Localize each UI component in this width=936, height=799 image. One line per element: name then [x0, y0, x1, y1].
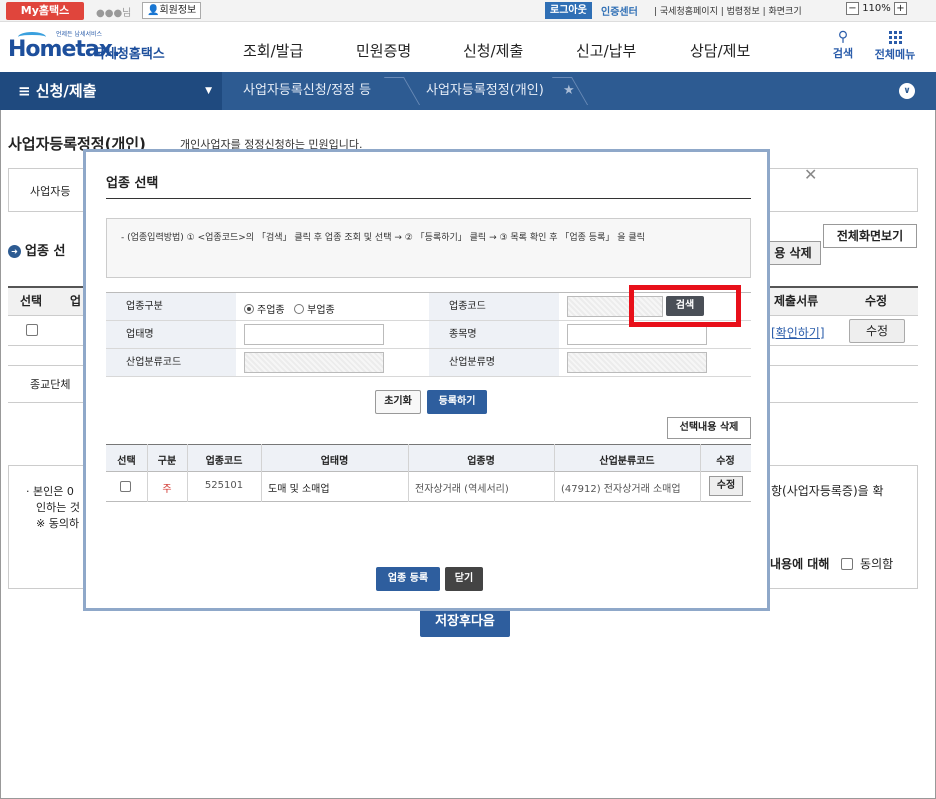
row-item: 전자상거래 (역세서리) — [415, 484, 509, 495]
bg-consent-right-text: 항(사업자등록증)을 확 — [771, 484, 884, 498]
breadcrumb-separator — [383, 77, 421, 105]
chevron-down-icon[interactable]: ∨ — [899, 83, 915, 99]
register-button[interactable]: 등록하기 — [427, 390, 487, 414]
label-industry-code: 업종코드 — [429, 293, 559, 321]
th-type: 구분 — [157, 456, 177, 467]
label-ind-name: 산업분류명 — [429, 349, 559, 377]
header-search-label: 검색 — [832, 47, 854, 60]
confirm-link[interactable]: [확인하기] — [771, 324, 825, 341]
breadcrumb-item-2[interactable]: 사업자등록정정(개인) — [426, 72, 544, 110]
top-links[interactable]: | 국세청홈페이지 | 법령정보 | 화면크기 — [654, 4, 802, 17]
row-edit-button[interactable]: 수정 — [709, 476, 743, 496]
breadcrumb-bar: ≡ 신청/제출 ▼ 사업자등록신청/정정 등 사업자등록정정(개인) ★ ∨ — [0, 72, 936, 110]
nav-consult[interactable]: 상담/제보 — [690, 40, 750, 61]
agree-checkbox[interactable] — [841, 558, 854, 570]
header-search-button[interactable]: ⚲ 검색 — [831, 29, 855, 61]
modal-title: 업종 선택 — [106, 176, 159, 191]
row-code: 525101 — [204, 480, 244, 491]
bg-section-title: ➜ 업종 선 — [8, 240, 65, 259]
th-code: 업종코드 — [205, 456, 243, 467]
nav-report[interactable]: 신고/납부 — [576, 40, 636, 61]
ind-name-input — [567, 352, 707, 373]
reset-button[interactable]: 초기화 — [375, 390, 421, 414]
all-menu-button[interactable]: 전체메뉴 — [870, 29, 920, 62]
highlight-box — [629, 285, 741, 327]
label-industry-type: 업종구분 — [106, 293, 236, 321]
breadcrumb-main-label: ≡ 신청/제출 — [18, 82, 97, 100]
ind-code-input — [244, 352, 384, 373]
close-icon[interactable]: ✕ — [804, 165, 817, 184]
agree-label: 동의함 — [860, 557, 894, 571]
note-line-1: · 본인은 0 — [26, 485, 74, 498]
bg-col-select: 선택 — [20, 294, 43, 308]
note-line-3: ※ 동의하 — [36, 517, 80, 530]
cell-industry-type: 주업종 부업종 — [236, 293, 429, 321]
myhome-button[interactable]: My홈택스 — [6, 2, 84, 20]
close-button[interactable]: 닫기 — [445, 567, 483, 591]
industry-type-radios: 주업종 부업종 — [244, 301, 335, 316]
bg-edit-button[interactable]: 수정 — [849, 319, 905, 343]
zoom-control: − 110% + — [846, 2, 907, 15]
row-type: 주 — [162, 484, 172, 495]
grid-menu-icon — [888, 31, 902, 44]
logout-button[interactable]: 로그아웃 — [545, 2, 592, 19]
row-checkbox[interactable] — [120, 481, 131, 495]
item-name-input[interactable] — [567, 324, 707, 345]
cert-center-link[interactable]: 인증센터 — [601, 3, 638, 18]
delete-selected-button[interactable]: 선택내용 삭제 — [667, 417, 751, 439]
industry-select-modal: 업종 선택 - (업종입력방법) ① <업종코드>의 「검색」 클릭 후 업종 … — [83, 149, 770, 611]
zoom-minus-button[interactable]: − — [846, 2, 859, 15]
row-ind: (47912) 전자상거래 소매업 — [561, 484, 681, 495]
modal-divider — [106, 198, 751, 199]
row-biz: 도매 및 소매업 — [268, 484, 330, 495]
th-item: 업종명 — [467, 456, 495, 467]
nav-certificate[interactable]: 민원증명 — [356, 40, 411, 61]
industry-register-button[interactable]: 업종 등록 — [376, 567, 440, 591]
bg-religion-text: 종교단체 — [30, 378, 71, 391]
nav-apply[interactable]: 신청/제출 — [463, 40, 523, 61]
main-header: 언제든 납세서비스 Hometax. 국세청홈택스 조회/발급 민원증명 신청/… — [0, 22, 936, 72]
th-edit: 수정 — [716, 456, 735, 467]
th-ind: 산업분류코드 — [599, 456, 655, 467]
label-item-name: 종목명 — [429, 321, 559, 349]
bg-delete-button[interactable]: 용 삭제 — [765, 241, 821, 265]
breadcrumb-separator-2 — [551, 77, 589, 105]
breadcrumb-item-1[interactable]: 사업자등록신청/정정 등 — [243, 72, 371, 110]
th-biz: 업태명 — [320, 456, 349, 467]
bg-col-biz: 업 — [70, 294, 82, 308]
member-info-label: 회원정보 — [159, 5, 197, 16]
dropdown-caret-icon: ▼ — [205, 86, 212, 96]
logo-korean: 국세청홈택스 — [93, 47, 165, 62]
zoom-level: 110% — [862, 3, 891, 14]
bg-col-edit: 수정 — [865, 294, 888, 308]
radio-sub[interactable]: 부업종 — [294, 304, 335, 316]
member-info-button[interactable]: 👤회원정보 — [142, 2, 202, 19]
note-line-2: 인하는 것 — [36, 501, 80, 514]
breadcrumb-main-menu[interactable]: ≡ 신청/제출 ▼ — [0, 72, 222, 110]
th-select: 선택 — [117, 456, 136, 467]
person-icon: 👤 — [147, 5, 160, 16]
modal-instructions: - (업종입력방법) ① <업종코드>의 「검색」 클릭 후 업종 조회 및 선… — [106, 218, 751, 278]
save-next-button[interactable]: 저장후다음 — [420, 607, 510, 637]
nav-lookup[interactable]: 조회/발급 — [243, 40, 303, 61]
agree-row: 내용에 대해 동의함 — [770, 555, 893, 572]
bg-info-text: 사업자등 — [30, 185, 71, 198]
zoom-plus-button[interactable]: + — [893, 2, 907, 15]
search-icon: ⚲ — [837, 29, 849, 45]
bg-consent-note: · 본인은 0 인하는 것 ※ 동의하 — [26, 484, 80, 532]
bg-col-docs: 제출서류 — [774, 294, 819, 308]
label-ind-code: 산업분류코드 — [106, 349, 236, 377]
label-biz-type: 업태명 — [106, 321, 236, 349]
user-name: ●●●님 — [96, 8, 132, 19]
top-utility-bar: My홈택스 ●●●님 👤회원정보 로그아웃 인증센터 | 국세청홈페이지 | 법… — [0, 0, 936, 22]
all-menu-label: 전체메뉴 — [874, 48, 916, 61]
hometax-logo[interactable]: 언제든 납세서비스 Hometax. 국세청홈택스 — [8, 28, 180, 68]
agree-prefix: 내용에 대해 — [770, 557, 830, 571]
full-view-button[interactable]: 전체화면보기 — [823, 224, 917, 248]
bg-section-label: 업종 선 — [25, 244, 66, 259]
radio-main[interactable]: 주업종 — [244, 304, 285, 316]
bg-row-checkbox[interactable] — [26, 324, 38, 339]
biz-type-input[interactable] — [244, 324, 384, 345]
section-bullet-icon: ➜ — [8, 245, 21, 258]
